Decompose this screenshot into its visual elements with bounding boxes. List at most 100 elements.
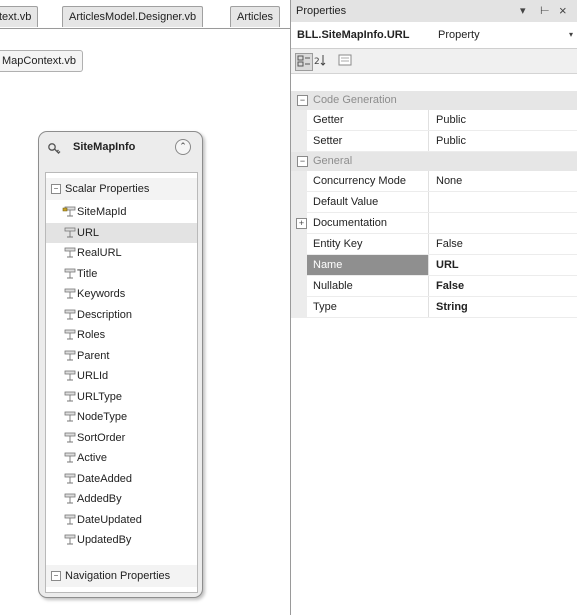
- scalar-property-icon: [64, 411, 76, 422]
- entity-property-label: Roles: [77, 329, 106, 341]
- grid-row-name[interactable]: Name URL: [291, 255, 577, 276]
- entity-designer-surface[interactable]: text.vb ArticlesModel.Designer.vb Articl…: [0, 0, 291, 615]
- grid-row-type[interactable]: Type String: [291, 297, 577, 318]
- property-name: Setter: [307, 131, 429, 151]
- object-selector-dropdown[interactable]: BLL.SiteMapInfo.URL Property ▾: [291, 22, 577, 49]
- scalar-property-icon: [64, 247, 76, 258]
- scalar-property-icon: [64, 350, 76, 360]
- row-gutter: [291, 234, 307, 254]
- property-name: Nullable: [307, 276, 429, 296]
- entity-property-row[interactable]: UpdatedBy: [46, 530, 197, 550]
- svg-text:2: 2: [314, 57, 320, 67]
- entity-property-row[interactable]: Active: [46, 448, 197, 468]
- tab-articles[interactable]: Articles: [230, 6, 281, 27]
- entity-property-row[interactable]: URLType: [46, 387, 197, 407]
- properties-toolbar: 2: [291, 49, 577, 74]
- entity-property-row[interactable]: Title: [46, 264, 197, 284]
- properties-window: Properties ▾ ⊢ × BLL.SiteMapInfo.URL Pro…: [291, 0, 577, 615]
- entity-property-row[interactable]: DateUpdated: [46, 510, 197, 530]
- entity-property-label: SiteMapId: [77, 206, 127, 218]
- grid-row-documentation[interactable]: + Documentation: [291, 213, 577, 234]
- category-general[interactable]: − General: [291, 152, 577, 171]
- close-icon[interactable]: ×: [559, 0, 567, 22]
- grid-row-concurrency-mode[interactable]: Concurrency Mode None: [291, 171, 577, 192]
- entity-property-label: URL: [77, 226, 100, 239]
- key-property-icon: [62, 206, 76, 217]
- scalar-property-icon: [64, 534, 76, 545]
- collapse-icon[interactable]: −: [297, 156, 308, 167]
- entity-property-label: URLType: [77, 390, 123, 403]
- property-name: Name: [307, 255, 429, 275]
- row-gutter: [291, 192, 307, 212]
- object-name: BLL.SiteMapInfo.URL: [297, 29, 410, 41]
- row-gutter: [291, 276, 307, 296]
- entity-property-row[interactable]: DateAdded: [46, 469, 197, 489]
- window-position-icon[interactable]: ▾: [520, 0, 526, 22]
- collapse-icon[interactable]: −: [297, 95, 308, 106]
- scalar-property-icon: [64, 493, 76, 504]
- collapse-chevron-icon[interactable]: ⌃: [175, 139, 191, 155]
- property-pages-icon[interactable]: [337, 53, 353, 69]
- property-value[interactable]: Public: [429, 110, 577, 130]
- entity-header[interactable]: SiteMapInfo ⌃: [39, 132, 202, 170]
- entity-property-row[interactable]: Description: [46, 305, 197, 325]
- entity-property-row[interactable]: URL: [46, 222, 197, 243]
- collapse-icon[interactable]: −: [51, 571, 61, 582]
- entity-property-row[interactable]: RealURL: [46, 243, 197, 263]
- category-code-generation[interactable]: − Code Generation: [291, 91, 577, 110]
- property-name: Documentation: [307, 213, 429, 233]
- scalar-property-icon: [64, 268, 76, 278]
- entity-property-row[interactable]: URLId: [46, 366, 197, 386]
- entity-property-label: RealURL: [77, 247, 122, 259]
- tab-articlesmodel-designer[interactable]: ArticlesModel.Designer.vb: [62, 6, 204, 27]
- grid-row-getter[interactable]: Getter Public: [291, 110, 577, 131]
- object-type: Property: [438, 29, 480, 41]
- entity-property-row[interactable]: AddedBy: [46, 489, 197, 509]
- entity-property-row[interactable]: Keywords: [46, 284, 197, 304]
- scalar-property-icon: [64, 391, 76, 401]
- auto-hide-pin-icon[interactable]: ⊢: [540, 0, 550, 22]
- entity-property-label: AddedBy: [77, 493, 122, 505]
- property-name: Concurrency Mode: [307, 171, 429, 191]
- grid-row-entity-key[interactable]: Entity Key False: [291, 234, 577, 255]
- property-value[interactable]: URL: [429, 255, 577, 275]
- navigation-properties-header[interactable]: − Navigation Properties: [46, 565, 197, 587]
- entity-property-row[interactable]: Roles: [46, 325, 197, 345]
- tab-mapcontext-vb[interactable]: MapContext.vb: [0, 50, 83, 72]
- collapse-icon[interactable]: −: [51, 184, 61, 195]
- categorized-view-icon[interactable]: [295, 53, 313, 71]
- row-gutter: [291, 255, 307, 275]
- property-value[interactable]: Public: [429, 131, 577, 151]
- grid-row-nullable[interactable]: Nullable False: [291, 276, 577, 297]
- property-value[interactable]: None: [429, 171, 577, 191]
- entity-property-row[interactable]: NodeType: [46, 407, 197, 427]
- grid-row-setter[interactable]: Setter Public: [291, 131, 577, 152]
- row-gutter: [291, 131, 307, 151]
- grid-row-default-value[interactable]: Default Value: [291, 192, 577, 213]
- property-value[interactable]: False: [429, 234, 577, 254]
- scalar-properties-header[interactable]: − Scalar Properties: [46, 178, 197, 200]
- entity-property-label: Title: [77, 267, 98, 280]
- entity-property-label: URLId: [77, 370, 109, 382]
- row-gutter: [291, 171, 307, 191]
- chevron-down-icon[interactable]: ▾: [569, 22, 573, 48]
- expand-icon[interactable]: +: [296, 218, 307, 229]
- scalar-property-icon: [64, 473, 76, 483]
- scalar-property-icon: [64, 514, 76, 524]
- property-value[interactable]: String: [429, 297, 577, 317]
- entity-property-label: Description: [77, 308, 133, 321]
- alphabetical-sort-icon[interactable]: 2: [313, 53, 329, 69]
- entity-property-row[interactable]: SiteMapId: [46, 202, 197, 222]
- row-gutter: [291, 297, 307, 317]
- entity-title: SiteMapInfo: [73, 141, 136, 153]
- row-gutter: +: [291, 213, 307, 233]
- entity-property-row[interactable]: SortOrder: [46, 428, 197, 448]
- entity-property-row[interactable]: Parent: [46, 346, 197, 366]
- property-value[interactable]: False: [429, 276, 577, 296]
- entity-property-label: UpdatedBy: [77, 534, 132, 546]
- tab-context-vb[interactable]: text.vb: [0, 6, 39, 27]
- entity-shape-sitemapinfo[interactable]: SiteMapInfo ⌃ − Scalar Properties SiteMap…: [38, 131, 203, 598]
- scalar-properties-label: Scalar Properties: [65, 183, 150, 195]
- document-tab-strip: text.vb ArticlesModel.Designer.vb Articl…: [0, 6, 290, 29]
- row-gutter: [291, 110, 307, 130]
